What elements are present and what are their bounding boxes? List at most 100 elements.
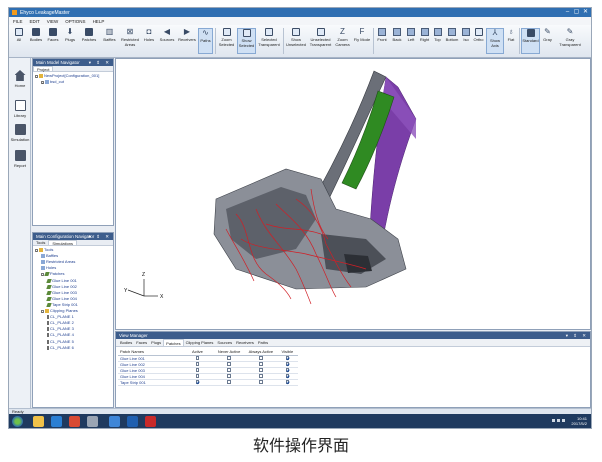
minimize-button[interactable]: – bbox=[563, 8, 572, 17]
tree-node[interactable]: Glue Line 002 bbox=[46, 284, 77, 290]
never-checkbox[interactable] bbox=[227, 356, 231, 360]
always-checkbox[interactable] bbox=[259, 362, 263, 366]
baffles-button[interactable]: ▥ Baffles bbox=[100, 28, 119, 54]
view-bottom-button[interactable]: Bottom bbox=[444, 28, 460, 54]
active-checkbox[interactable] bbox=[195, 374, 200, 378]
menu-file[interactable]: FILE bbox=[13, 19, 23, 24]
zoom-selected-button[interactable]: Zoom Selected bbox=[217, 28, 236, 54]
tree-node[interactable]: CL_PLANE 2 bbox=[47, 320, 74, 326]
collapse-toggle[interactable]: - bbox=[35, 74, 38, 78]
view-iso-button[interactable]: Iso bbox=[461, 28, 471, 54]
tree-node[interactable]: Glue Line 001 bbox=[46, 278, 77, 284]
menu-view[interactable]: VIEW bbox=[47, 19, 59, 24]
tree-node[interactable]: - Tools bbox=[35, 247, 53, 253]
tree-node[interactable]: Restricted Areas bbox=[41, 259, 75, 265]
tab-patches[interactable]: Patches bbox=[163, 339, 184, 346]
active-checkbox[interactable] bbox=[195, 368, 200, 372]
tab-tools[interactable]: Tools bbox=[33, 240, 48, 245]
receivers-button[interactable]: ▶ Receivers bbox=[177, 28, 197, 54]
tab-paths[interactable]: Paths bbox=[256, 339, 270, 346]
selected-transparent-button[interactable]: Selected Transparent bbox=[257, 28, 281, 54]
select-all-button[interactable]: All bbox=[11, 28, 27, 54]
close-button[interactable]: ✕ bbox=[581, 8, 590, 17]
never-checkbox[interactable] bbox=[227, 362, 231, 366]
holes-button[interactable]: ◘ Holes bbox=[141, 28, 157, 54]
table-row[interactable]: Tape Strip 001 bbox=[118, 379, 298, 386]
always-checkbox[interactable] bbox=[259, 374, 263, 378]
sources-button[interactable]: ◀ Sources bbox=[158, 28, 176, 54]
volume-icon[interactable] bbox=[557, 419, 560, 422]
menu-help[interactable]: HELP bbox=[93, 19, 105, 24]
never-checkbox[interactable] bbox=[227, 368, 231, 372]
tree-node[interactable]: CL_PLANE 3 bbox=[47, 326, 74, 332]
visible-checkbox[interactable] bbox=[285, 374, 290, 378]
flag-icon[interactable] bbox=[562, 419, 565, 422]
never-checkbox[interactable] bbox=[227, 374, 231, 378]
always-checkbox[interactable] bbox=[259, 356, 263, 360]
tree-node[interactable]: Tape Strip 001 bbox=[46, 302, 78, 308]
tab-bodies[interactable]: Bodies bbox=[118, 339, 134, 346]
collapse-toggle[interactable]: - bbox=[41, 309, 44, 313]
active-checkbox[interactable] bbox=[195, 380, 200, 384]
gray-render-button[interactable]: ✎ Gray bbox=[541, 28, 554, 54]
3d-viewport[interactable]: Z Y X bbox=[115, 58, 591, 330]
expand-toggle[interactable]: + bbox=[41, 80, 44, 84]
tree-node[interactable]: Glue Line 003 bbox=[46, 290, 77, 296]
report-button[interactable]: Report bbox=[10, 148, 30, 174]
view-ortho-button[interactable]: Ortho bbox=[472, 28, 485, 54]
tab-simulations[interactable]: Simulations bbox=[48, 240, 78, 246]
tree-node-body[interactable]: + bsd_cut bbox=[41, 79, 64, 85]
always-checkbox[interactable] bbox=[259, 380, 263, 384]
zoom-camera-button[interactable]: Z Zoom Camera bbox=[334, 28, 351, 54]
panel-controls[interactable]: ▾ ⇕ ✕ bbox=[566, 332, 588, 339]
tab-faces[interactable]: Faces bbox=[134, 339, 149, 346]
media-player-icon[interactable] bbox=[51, 416, 62, 427]
flat-shading-button[interactable]: ♁ Flat bbox=[505, 28, 517, 54]
active-checkbox[interactable] bbox=[195, 356, 200, 360]
view-back-button[interactable]: Back bbox=[390, 28, 404, 54]
tree-node[interactable]: Holes bbox=[41, 265, 56, 271]
panel-controls[interactable]: ▾ ⇕ ✕ bbox=[89, 59, 111, 66]
paths-button[interactable]: ∿ Paths bbox=[198, 28, 213, 54]
patches-button[interactable]: Patches bbox=[79, 28, 99, 54]
show-unselected-button[interactable]: Show Unselected bbox=[285, 28, 307, 54]
visible-checkbox[interactable] bbox=[285, 368, 290, 372]
browser-icon[interactable] bbox=[69, 416, 80, 427]
settings-app-icon[interactable] bbox=[87, 416, 98, 427]
word-icon[interactable] bbox=[127, 416, 138, 427]
tree-node[interactable]: CL_PLANE 6 bbox=[47, 345, 74, 351]
library-button[interactable]: Library bbox=[10, 98, 30, 124]
visible-checkbox[interactable] bbox=[285, 380, 290, 384]
file-explorer-icon[interactable] bbox=[33, 416, 44, 427]
show-selected-button[interactable]: Show Selected bbox=[237, 28, 256, 54]
menu-options[interactable]: OPTIONS bbox=[65, 19, 85, 24]
network-icon[interactable] bbox=[552, 419, 555, 422]
tree-node[interactable]: - Patches bbox=[41, 271, 64, 277]
fly-mode-button[interactable]: F Fly Mode bbox=[352, 28, 372, 54]
faces-button[interactable]: Faces bbox=[45, 28, 61, 54]
tab-receivers[interactable]: Receivers bbox=[234, 339, 256, 346]
never-checkbox[interactable] bbox=[227, 380, 231, 384]
tab-plugs[interactable]: Plugs bbox=[149, 339, 163, 346]
leakage-app-icon[interactable] bbox=[145, 416, 156, 427]
gray-transparent-button[interactable]: ✎ Gray Transparent bbox=[555, 28, 585, 54]
tab-sources[interactable]: Sources bbox=[215, 339, 234, 346]
always-checkbox[interactable] bbox=[259, 368, 263, 372]
tree-node[interactable]: Glue Line 004 bbox=[46, 296, 77, 302]
tree-node[interactable]: CL_PLANE 5 bbox=[47, 339, 74, 345]
view-front-button[interactable]: Front bbox=[375, 28, 389, 54]
view-left-button[interactable]: Left bbox=[405, 28, 417, 54]
car-body-model[interactable]: Z Y X bbox=[116, 59, 590, 329]
panel-controls[interactable]: ▾ ⇕ ✕ bbox=[89, 233, 111, 240]
active-checkbox[interactable] bbox=[195, 362, 200, 366]
clock[interactable]: 10:41 2017/5/2 bbox=[571, 416, 587, 426]
bodies-button[interactable]: Bodies bbox=[28, 28, 44, 54]
unselected-transparent-button[interactable]: Unselected Transparent bbox=[308, 28, 333, 54]
collapse-toggle[interactable]: - bbox=[35, 248, 38, 252]
view-top-button[interactable]: Top bbox=[432, 28, 443, 54]
restricted-areas-button[interactable]: ⊠ Restricted Areas bbox=[120, 28, 140, 54]
show-axis-button[interactable]: ⅄ Show Axis bbox=[486, 28, 504, 54]
tree-node[interactable]: CL_PLANE 1 bbox=[47, 314, 74, 320]
start-button[interactable] bbox=[12, 416, 23, 427]
view-right-button[interactable]: Right bbox=[418, 28, 431, 54]
